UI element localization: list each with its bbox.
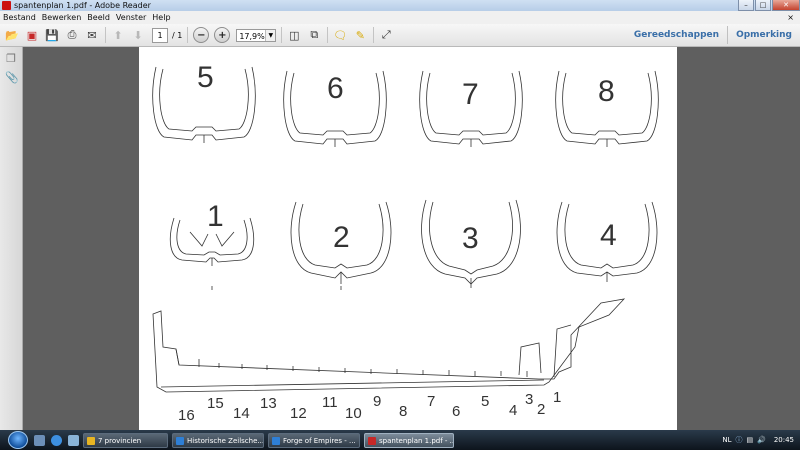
zoom-out-icon[interactable]: −: [193, 27, 210, 43]
volume-icon[interactable]: 🔊: [757, 436, 766, 444]
toolbar-divider: [373, 27, 375, 43]
close-button[interactable]: ✕: [772, 0, 800, 11]
window-controls: – □ ✕: [737, 0, 800, 11]
menu-venster[interactable]: Venster: [116, 13, 146, 22]
task-spantenplan-pdf[interactable]: spantenplan 1.pdf - ...: [364, 432, 454, 448]
hull-profile-drawing: [152, 298, 626, 393]
internet-explorer-icon[interactable]: [51, 434, 62, 446]
fit-width-icon[interactable]: ⧉: [306, 27, 322, 43]
zoom-level-value: 17,9%: [239, 31, 265, 41]
chevron-down-icon: ▼: [265, 29, 276, 41]
toolbar-divider: [281, 27, 283, 43]
toolbar-divider: [105, 27, 106, 43]
task-historische-zeilschepen[interactable]: Historische Zeilsche...: [172, 432, 264, 448]
print-icon[interactable]: ⎙: [64, 27, 80, 43]
tools-panel-button[interactable]: Gereedschappen: [626, 24, 727, 46]
comment-icon[interactable]: 🗨: [332, 27, 348, 43]
menu-bewerken[interactable]: Bewerken: [42, 13, 82, 22]
help-icon[interactable]: ⓘ: [735, 435, 742, 445]
clock[interactable]: 20:45: [774, 436, 794, 444]
maximize-button[interactable]: □: [755, 0, 771, 11]
hull-frame-number: 14: [233, 405, 250, 422]
switch-windows-icon[interactable]: [68, 434, 79, 446]
toolbar-divider: [187, 27, 189, 43]
frame-label: 1: [207, 200, 224, 233]
frame-label: 4: [600, 219, 617, 252]
show-desktop-icon[interactable]: [34, 434, 45, 446]
fit-page-icon[interactable]: ◫: [286, 27, 302, 43]
taskbar: 7 provincien Historische Zeilsche... For…: [0, 430, 800, 450]
hull-frame-number: 5: [481, 393, 489, 410]
hull-frame-number: 12: [290, 405, 307, 422]
hull-frame-number: 6: [452, 403, 460, 420]
task-forge-of-empires[interactable]: Forge of Empires - ...: [268, 432, 360, 448]
menu-help[interactable]: Help: [152, 13, 170, 22]
hull-frame-number: 10: [345, 405, 362, 422]
frame-label: 8: [598, 75, 615, 108]
attachments-icon[interactable]: 📎: [5, 71, 19, 85]
save-icon[interactable]: 💾: [44, 27, 60, 43]
frame-label: 6: [327, 72, 344, 105]
open-file-icon[interactable]: 📂: [4, 27, 20, 43]
frame-label: 2: [333, 221, 350, 254]
hull-frame-number: 15: [207, 395, 224, 412]
frame-plan-drawing: 5 6 7 8 1 2 3 4 16 15 14 13 12 11 10 9 8…: [152, 61, 659, 424]
minimize-button[interactable]: –: [738, 0, 754, 11]
frame-label: 5: [197, 61, 214, 94]
menu-bar: Bestand Bewerken Beeld Venster Help ×: [0, 11, 800, 25]
navigation-pane: ❐ 📎: [0, 47, 23, 430]
pdf-page: 5 6 7 8 1 2 3 4 16 15 14 13 12 11 10 9 8…: [139, 47, 677, 430]
network-icon[interactable]: ▤: [746, 436, 753, 444]
hull-frame-number: 13: [260, 395, 277, 412]
hull-frame-number: 2: [537, 401, 545, 418]
menu-beeld[interactable]: Beeld: [87, 13, 110, 22]
language-indicator[interactable]: NL: [722, 436, 731, 444]
page-thumbnails-icon[interactable]: ❐: [5, 52, 17, 66]
hull-frame-number: 7: [427, 393, 435, 410]
next-page-icon[interactable]: ⬇: [130, 27, 146, 43]
page-number-input[interactable]: 1: [152, 27, 168, 43]
toolbar-divider: [327, 27, 329, 43]
email-icon[interactable]: ✉: [84, 27, 100, 43]
zoom-level-select[interactable]: 17,9% ▼: [236, 28, 277, 42]
zoom-in-icon[interactable]: +: [214, 27, 231, 43]
menu-close-document-icon[interactable]: ×: [787, 13, 794, 22]
frame-label: 7: [462, 78, 479, 111]
start-button[interactable]: [8, 431, 28, 449]
menu-bestand[interactable]: Bestand: [3, 13, 36, 22]
comment-panel-button[interactable]: Opmerking: [728, 24, 800, 46]
hull-frame-number: 3: [525, 391, 533, 408]
toolbar: 📂 ▣ 💾 ⎙ ✉ ⬆ ⬇ 1 / 1 − + 17,9% ▼ ◫ ⧉ 🗨 ✎ …: [0, 24, 800, 47]
window-title: spantenplan 1.pdf - Adobe Reader: [14, 1, 151, 10]
hull-frame-number: 8: [399, 403, 407, 420]
create-pdf-icon[interactable]: ▣: [24, 27, 40, 43]
hull-frame-number: 1: [553, 389, 561, 406]
frame-label: 3: [462, 222, 479, 255]
highlight-icon[interactable]: ✎: [352, 27, 368, 43]
hull-frame-number: 16: [178, 407, 195, 424]
task-7-provincien[interactable]: 7 provincien: [83, 432, 168, 448]
system-tray: NL ⓘ ▤ 🔊 20:45: [712, 430, 800, 450]
hull-frame-number: 11: [322, 394, 338, 411]
hull-frame-number: 9: [373, 393, 381, 410]
hull-frame-number: 4: [509, 402, 517, 419]
page-total: / 1: [172, 30, 183, 40]
title-bar: spantenplan 1.pdf - Adobe Reader – □ ✕: [0, 0, 800, 11]
adobe-reader-icon: [2, 1, 11, 10]
previous-page-icon[interactable]: ⬆: [110, 27, 126, 43]
fullscreen-icon[interactable]: ⤢: [378, 27, 394, 43]
